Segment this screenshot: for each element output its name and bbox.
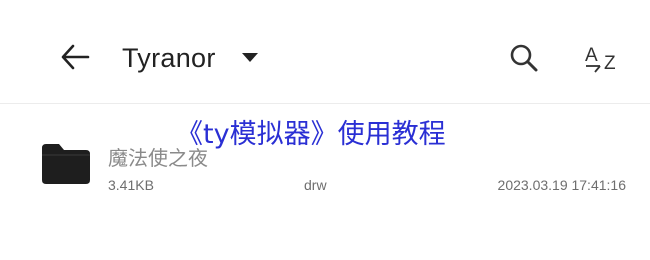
folder-selector[interactable]: Tyranor — [122, 36, 258, 80]
folder-icon — [42, 144, 90, 184]
tutorial-title-overlay: 《ty模拟器》使用教程 — [176, 119, 446, 150]
app-toolbar: Tyranor A Z — [0, 0, 650, 104]
sort-button[interactable]: A Z — [578, 36, 628, 80]
search-icon — [510, 44, 538, 72]
file-modified-date: 2023.03.19 17:41:16 — [497, 177, 626, 193]
file-permissions: drw — [304, 177, 327, 193]
arrow-left-icon — [61, 44, 90, 70]
sort-az-icon: A Z — [585, 45, 616, 74]
search-button[interactable] — [502, 36, 546, 80]
caret-down-icon — [241, 53, 258, 63]
current-folder-name: Tyranor — [122, 42, 216, 73]
sort-label-top: A — [585, 45, 598, 66]
back-button[interactable] — [52, 34, 98, 80]
file-size: 3.41KB — [108, 177, 154, 193]
sort-label-bottom: Z — [604, 53, 616, 74]
